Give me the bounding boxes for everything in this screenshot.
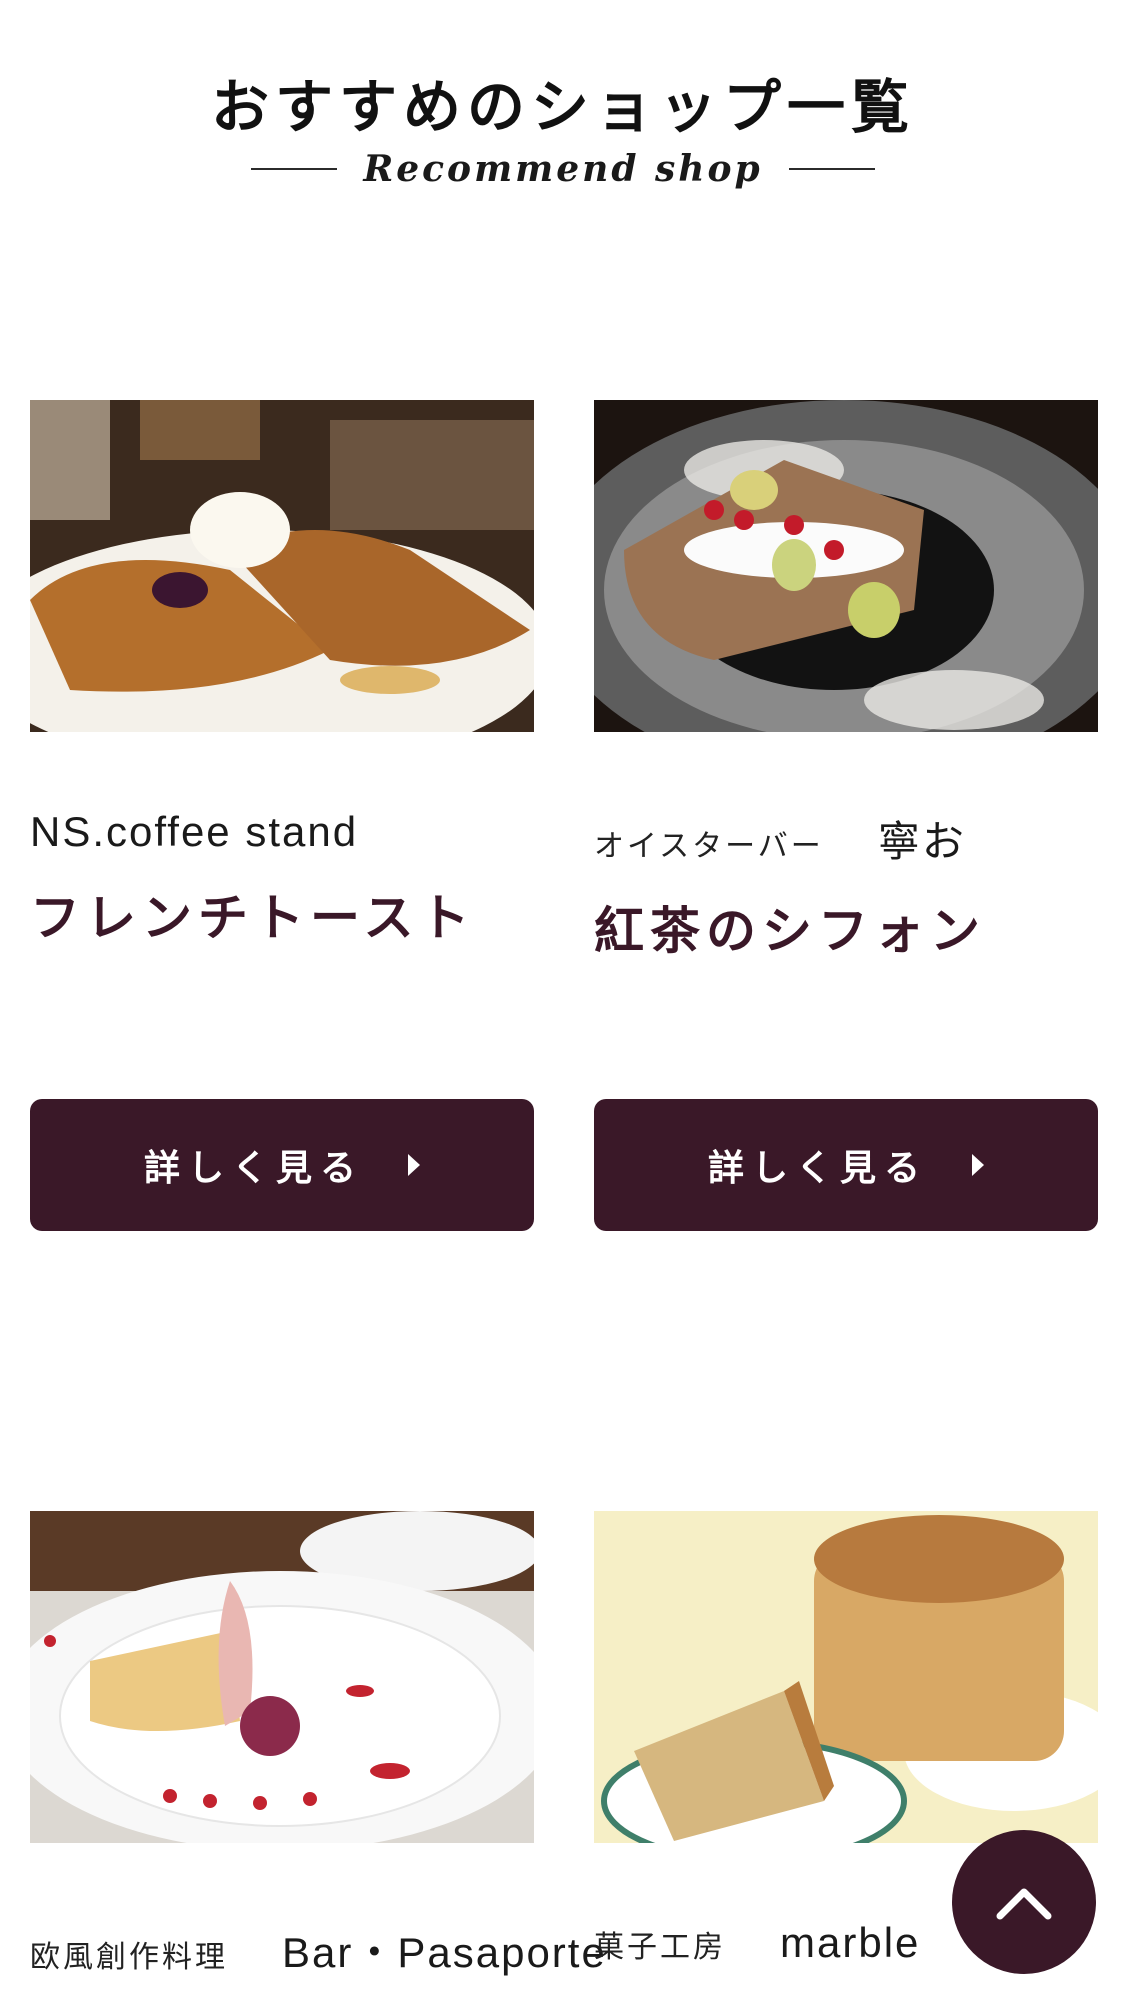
shop-name: 寧お (877, 818, 966, 865)
scroll-to-top-button[interactable] (952, 1830, 1096, 1974)
section-subtitle: Recommend shop (0, 148, 1126, 190)
shop-info: 欧風創作料理 Bar・Pasaporte (30, 1919, 605, 1980)
page-title: おすすめのショップ一覧 (210, 73, 915, 141)
menu-name: フレンチトースト (30, 889, 476, 947)
divider-left (251, 168, 338, 170)
menu-name: 紅茶のシフォン (594, 902, 986, 960)
details-button[interactable]: 詳しく見る (594, 1099, 1098, 1231)
shop-card[interactable]: オイスターバー 寧お 紅茶のシフォン (594, 400, 1098, 963)
caret-right-icon (972, 1154, 984, 1176)
shop-info: オイスターバー 寧お (594, 808, 1098, 869)
shop-genre: 欧風創作料理 (30, 1940, 228, 1975)
shop-genre: オイスターバー (594, 829, 824, 864)
shop-card[interactable]: 欧風創作料理 Bar・Pasaporte (30, 1511, 605, 1980)
shop-name: marble (780, 1919, 921, 1966)
divider-right (788, 168, 875, 170)
caret-right-icon (408, 1154, 420, 1176)
shop-name: Bar・Pasaporte (282, 1929, 607, 1976)
subtitle-text: Recommend shop (363, 148, 763, 190)
tea-chiffon-photo[interactable] (594, 400, 1098, 732)
shop-genre: 菓子工房 (594, 1930, 726, 1965)
details-button[interactable]: 詳しく見る (30, 1099, 534, 1231)
french-toast-photo[interactable] (30, 400, 534, 732)
cheesecake-plate-photo[interactable] (30, 1511, 534, 1843)
shop-name: NS.coffee stand (30, 808, 359, 855)
chevron-up-icon (996, 1888, 1052, 1920)
details-button-label: 詳しく見る (143, 1148, 364, 1189)
chiffon-cake-photo[interactable] (594, 1511, 1098, 1843)
shop-card[interactable]: NS.coffee stand フレンチトースト (30, 400, 534, 950)
details-button-label: 詳しく見る (707, 1148, 928, 1189)
shop-info: NS.coffee stand (30, 808, 534, 856)
